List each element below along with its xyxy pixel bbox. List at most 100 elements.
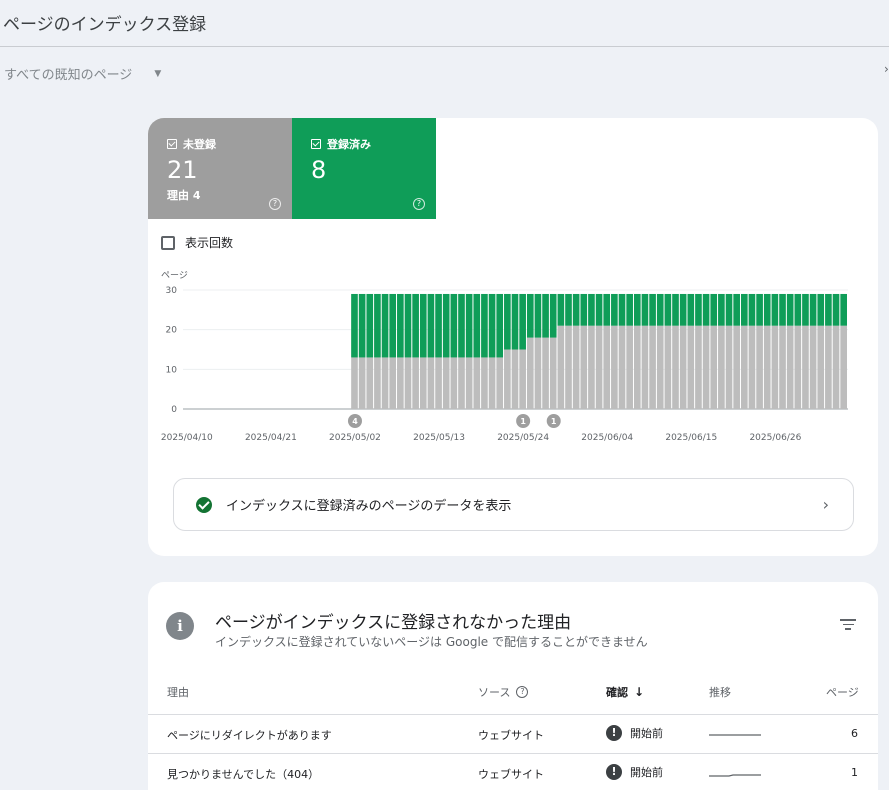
bar-not-indexed xyxy=(374,357,381,409)
bar-indexed xyxy=(756,293,763,326)
bar-not-indexed xyxy=(526,337,534,409)
column-validation[interactable]: 確認 ↓ xyxy=(606,684,644,700)
bar-indexed xyxy=(771,293,779,326)
impressions-checkbox[interactable]: 表示回数 xyxy=(161,234,233,251)
bar-indexed xyxy=(794,293,802,326)
bar-not-indexed xyxy=(358,357,366,409)
column-source[interactable]: ソース ? xyxy=(478,684,529,700)
bar-indexed xyxy=(458,293,465,358)
reasons-title: ページがインデックスに登録されなかった理由 xyxy=(215,613,572,633)
bar-indexed xyxy=(710,293,718,326)
row-pages: 6 xyxy=(851,727,858,740)
checkbox-checked-icon xyxy=(167,139,177,149)
table-row[interactable]: 見つかりませんでした（404） ウェブサイト ! 開始前 1 xyxy=(148,753,878,790)
bar-not-indexed xyxy=(656,325,664,409)
bar-indexed xyxy=(351,293,358,358)
bar-indexed xyxy=(611,293,618,326)
bar-indexed xyxy=(549,293,557,338)
bar-indexed xyxy=(603,293,611,326)
bar-indexed xyxy=(817,293,825,326)
annotation-label: 1 xyxy=(520,417,526,426)
bar-indexed xyxy=(397,293,404,358)
bar-not-indexed xyxy=(809,325,817,409)
y-tick-label: 20 xyxy=(166,326,178,336)
bar-indexed xyxy=(389,293,397,358)
bar-indexed xyxy=(511,293,519,350)
column-reason[interactable]: 理由 xyxy=(167,684,189,700)
page-filter-dropdown[interactable]: すべての既知のページ ▼ xyxy=(4,64,161,83)
checkbox-checked-icon xyxy=(311,139,321,149)
bar-not-indexed xyxy=(748,325,756,409)
y-tick-label: 0 xyxy=(171,405,177,415)
bar-not-indexed xyxy=(549,337,557,409)
bar-not-indexed xyxy=(427,357,435,409)
bar-not-indexed xyxy=(450,357,458,409)
bar-indexed xyxy=(733,293,740,326)
bar-not-indexed xyxy=(763,325,771,409)
bar-not-indexed xyxy=(695,325,702,409)
page-header: ページのインデックス登録 xyxy=(0,0,889,47)
y-tick-label: 10 xyxy=(166,365,178,375)
bar-not-indexed xyxy=(351,357,358,409)
bar-indexed xyxy=(427,293,435,358)
bar-indexed xyxy=(534,293,542,338)
coverage-card: 未登録 21 理由 4 ? 登録済み 8 ? 表示回数 ページ 0 10 20 30 20… xyxy=(148,118,878,556)
bar-indexed xyxy=(374,293,381,358)
indexed-count: 8 xyxy=(311,156,327,184)
bar-not-indexed xyxy=(672,325,679,409)
column-pages[interactable]: ページ xyxy=(826,684,859,700)
trend-sparkline xyxy=(709,730,761,743)
bar-not-indexed xyxy=(389,357,397,409)
y-tick-label: 30 xyxy=(166,286,178,296)
right-edge-icon: › xyxy=(884,62,889,76)
bar-not-indexed xyxy=(664,325,672,409)
bar-indexed xyxy=(565,293,572,326)
bar-not-indexed xyxy=(381,357,389,409)
reasons-subtitle: インデックスに登録されていないページは Google で配信することができません xyxy=(215,635,648,649)
x-tick-label: 2025/05/24 xyxy=(497,433,549,443)
help-icon[interactable]: ? xyxy=(269,198,281,210)
table-row[interactable]: ページにリダイレクトがあります ウェブサイト ! 開始前 6 xyxy=(148,714,878,753)
caret-down-icon: ▼ xyxy=(154,68,162,79)
coverage-chart: ページ 0 10 20 30 2025/04/10 2025/04/21 2025/05/02… xyxy=(161,271,848,443)
view-indexed-link[interactable]: インデックスに登録済みのページのデータを表示 › xyxy=(173,478,854,531)
bar-not-indexed xyxy=(404,357,412,409)
filter-icon[interactable] xyxy=(840,619,856,631)
indexed-label: 登録済み xyxy=(311,136,371,152)
bar-not-indexed xyxy=(840,325,847,409)
x-tick-label: 2025/06/26 xyxy=(749,433,801,443)
row-source: ウェブサイト xyxy=(478,768,544,781)
not-indexed-tile[interactable]: 未登録 21 理由 4 ? xyxy=(148,118,292,219)
bar-not-indexed xyxy=(817,325,825,409)
not-indexed-label: 未登録 xyxy=(167,136,216,152)
annotation-label: 4 xyxy=(352,417,358,426)
x-tick-label: 2025/05/13 xyxy=(413,433,465,443)
bar-indexed xyxy=(825,293,832,326)
bar-indexed xyxy=(763,293,771,326)
bar-not-indexed xyxy=(511,349,519,409)
bar-indexed xyxy=(802,293,809,326)
reasons-card: i ページがインデックスに登録されなかった理由 インデックスに登録されていないペ… xyxy=(148,582,878,790)
bar-indexed xyxy=(809,293,817,326)
help-icon[interactable]: ? xyxy=(413,198,425,210)
bar-not-indexed xyxy=(710,325,718,409)
bar-indexed xyxy=(840,293,847,326)
bar-indexed xyxy=(366,293,374,358)
bar-indexed xyxy=(664,293,672,326)
bar-indexed xyxy=(740,293,748,326)
info-icon: i xyxy=(166,612,194,640)
bar-indexed xyxy=(496,293,504,358)
bar-indexed xyxy=(702,293,710,326)
bar-not-indexed xyxy=(557,325,565,409)
bar-not-indexed xyxy=(756,325,763,409)
bar-indexed xyxy=(779,293,786,326)
bar-not-indexed xyxy=(740,325,748,409)
indexed-tile[interactable]: 登録済み 8 ? xyxy=(292,118,436,219)
bar-indexed xyxy=(412,293,419,358)
bar-not-indexed xyxy=(611,325,618,409)
bar-not-indexed xyxy=(802,325,809,409)
bar-not-indexed xyxy=(442,357,450,409)
help-icon[interactable]: ? xyxy=(516,686,529,698)
bar-indexed xyxy=(473,293,481,358)
bar-indexed xyxy=(572,293,580,326)
